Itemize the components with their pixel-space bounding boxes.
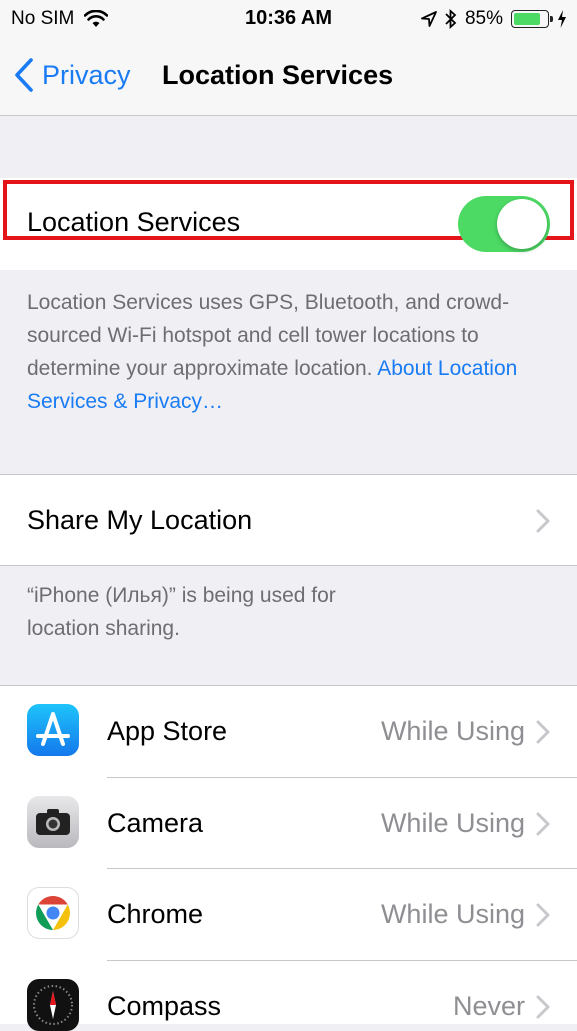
chevron-right-icon xyxy=(536,509,550,533)
camera-icon xyxy=(27,796,79,848)
chrome-icon xyxy=(27,887,79,939)
app-name: Chrome xyxy=(107,899,204,929)
chevron-right-icon xyxy=(536,903,550,927)
app-name: App Store xyxy=(107,716,228,746)
toggle-knob xyxy=(497,199,547,249)
share-my-location-label: Share My Location xyxy=(27,505,253,535)
location-services-toggle[interactable] xyxy=(458,196,550,252)
app-row-camera[interactable]: Camera While Using xyxy=(0,778,577,869)
compass-icon xyxy=(27,979,79,1031)
app-store-icon xyxy=(27,704,79,756)
chevron-left-icon xyxy=(15,58,33,92)
app-row-compass[interactable]: Compass Never xyxy=(0,961,577,1031)
navigation-bar: Privacy Location Services xyxy=(0,38,577,116)
chevron-right-icon xyxy=(536,812,550,836)
battery-percent: 85% xyxy=(464,8,503,29)
app-name: Compass xyxy=(107,991,222,1021)
page-title: Location Services xyxy=(162,60,394,90)
app-permission-value: While Using xyxy=(380,808,525,838)
location-arrow-icon xyxy=(421,11,437,27)
app-permission-value: While Using xyxy=(380,716,525,746)
back-button[interactable]: Privacy xyxy=(14,58,131,92)
bluetooth-icon xyxy=(445,9,457,29)
share-footer: “iPhone (Илья)” is being used for locati… xyxy=(27,584,336,640)
app-name: Camera xyxy=(107,808,204,838)
app-row-chrome[interactable]: Chrome While Using xyxy=(0,869,577,961)
status-bar: No SIM 10:36 AM 85% xyxy=(0,0,577,38)
battery-fill xyxy=(514,13,541,25)
chevron-right-icon xyxy=(536,720,550,744)
location-services-description: Location Services uses GPS, Bluetooth, a… xyxy=(27,291,518,413)
app-row-app-store[interactable]: App Store While Using xyxy=(0,686,577,778)
chevron-right-icon xyxy=(536,995,550,1019)
app-permission-value: Never xyxy=(452,991,525,1021)
share-my-location-cell[interactable]: Share My Location xyxy=(0,475,577,565)
charging-icon xyxy=(558,10,566,28)
app-permission-value: While Using xyxy=(380,899,525,929)
battery-icon xyxy=(511,10,553,28)
back-button-label: Privacy xyxy=(42,59,131,90)
